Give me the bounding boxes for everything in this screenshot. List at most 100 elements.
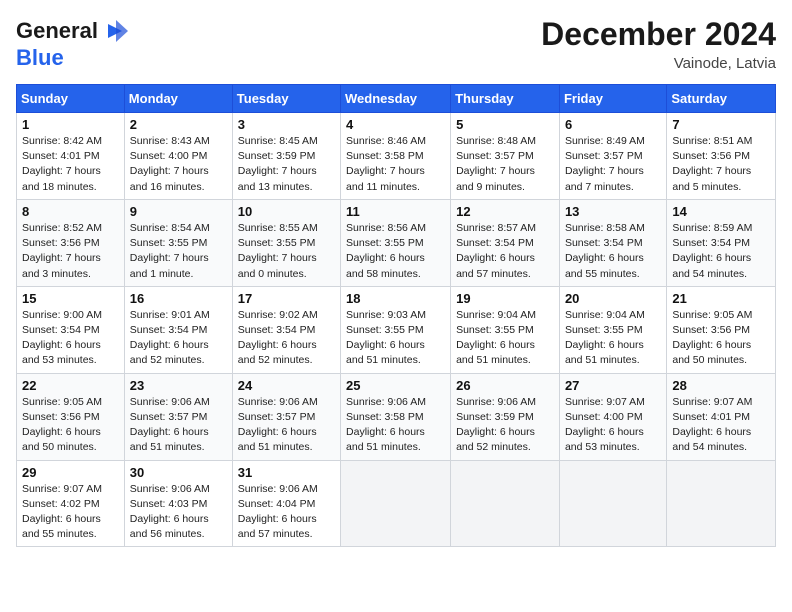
calendar-cell: 6 Sunrise: 8:49 AMSunset: 3:57 PMDaylight…: [559, 113, 666, 200]
day-number: 9: [130, 204, 227, 219]
calendar-cell: 13 Sunrise: 8:58 AMSunset: 3:54 PMDayligh…: [559, 199, 666, 286]
month-title: December 2024: [541, 16, 776, 53]
week-row-2: 8Sunrise: 8:52 AMSunset: 3:56 PMDaylight…: [17, 199, 776, 286]
title-block: December 2024 Vainode, Latvia: [541, 16, 776, 72]
calendar-cell: 10Sunrise: 8:55 AMSunset: 3:55 PMDayligh…: [232, 199, 340, 286]
calendar-cell: 19 Sunrise: 9:04 AMSunset: 3:55 PMDayligh…: [451, 286, 560, 373]
day-info: Sunrise: 8:42 AMSunset: 4:01 PMDaylight:…: [22, 134, 119, 195]
calendar-cell: 28 Sunrise: 9:07 AMSunset: 4:01 PMDayligh…: [667, 373, 776, 460]
page-header: General Blue December 2024 Vainode, Latv…: [16, 16, 776, 72]
day-number: 20: [565, 291, 661, 306]
day-number: 23: [130, 378, 227, 393]
logo: General Blue: [16, 16, 130, 70]
calendar-cell: [341, 460, 451, 547]
calendar-cell: 17 Sunrise: 9:02 AMSunset: 3:54 PMDayligh…: [232, 286, 340, 373]
calendar-cell: 11 Sunrise: 8:56 AMSunset: 3:55 PMDayligh…: [341, 199, 451, 286]
calendar-cell: 25 Sunrise: 9:06 AMSunset: 3:58 PMDayligh…: [341, 373, 451, 460]
day-info: Sunrise: 9:05 AMSunset: 3:56 PMDaylight:…: [672, 308, 770, 369]
calendar-cell: 4Sunrise: 8:46 AMSunset: 3:58 PMDaylight…: [341, 113, 451, 200]
day-info: Sunrise: 9:04 AMSunset: 3:55 PMDaylight:…: [456, 308, 554, 369]
day-number: 15: [22, 291, 119, 306]
day-info: Sunrise: 8:58 AMSunset: 3:54 PMDaylight:…: [565, 221, 661, 282]
calendar-cell: 30Sunrise: 9:06 AMSunset: 4:03 PMDayligh…: [124, 460, 232, 547]
day-info: Sunrise: 9:05 AMSunset: 3:56 PMDaylight:…: [22, 395, 119, 456]
day-number: 28: [672, 378, 770, 393]
day-info: Sunrise: 9:03 AMSunset: 3:55 PMDaylight:…: [346, 308, 445, 369]
calendar-cell: 27 Sunrise: 9:07 AMSunset: 4:00 PMDayligh…: [559, 373, 666, 460]
calendar-cell: 1 Sunrise: 8:42 AMSunset: 4:01 PMDaylight…: [17, 113, 125, 200]
calendar-cell: 31Sunrise: 9:06 AMSunset: 4:04 PMDayligh…: [232, 460, 340, 547]
calendar-cell: 29 Sunrise: 9:07 AMSunset: 4:02 PMDayligh…: [17, 460, 125, 547]
calendar-cell: 22 Sunrise: 9:05 AMSunset: 3:56 PMDayligh…: [17, 373, 125, 460]
day-number: 3: [238, 117, 335, 132]
day-number: 1: [22, 117, 119, 132]
header-sunday: Sunday: [17, 85, 125, 113]
calendar-cell: 26Sunrise: 9:06 AMSunset: 3:59 PMDayligh…: [451, 373, 560, 460]
calendar-cell: 7 Sunrise: 8:51 AMSunset: 3:56 PMDaylight…: [667, 113, 776, 200]
calendar-cell: 21 Sunrise: 9:05 AMSunset: 3:56 PMDayligh…: [667, 286, 776, 373]
calendar-cell: 16Sunrise: 9:01 AMSunset: 3:54 PMDayligh…: [124, 286, 232, 373]
day-number: 27: [565, 378, 661, 393]
day-number: 11: [346, 204, 445, 219]
day-number: 21: [672, 291, 770, 306]
day-info: Sunrise: 9:01 AMSunset: 3:54 PMDaylight:…: [130, 308, 227, 369]
day-number: 31: [238, 465, 335, 480]
logo-text: General: [16, 19, 98, 43]
day-number: 7: [672, 117, 770, 132]
day-number: 19: [456, 291, 554, 306]
day-info: Sunrise: 9:04 AMSunset: 3:55 PMDaylight:…: [565, 308, 661, 369]
day-number: 25: [346, 378, 445, 393]
day-info: Sunrise: 8:45 AMSunset: 3:59 PMDaylight:…: [238, 134, 335, 195]
day-info: Sunrise: 8:48 AMSunset: 3:57 PMDaylight:…: [456, 134, 554, 195]
day-info: Sunrise: 8:49 AMSunset: 3:57 PMDaylight:…: [565, 134, 661, 195]
day-info: Sunrise: 9:07 AMSunset: 4:02 PMDaylight:…: [22, 482, 119, 543]
calendar-cell: 8Sunrise: 8:52 AMSunset: 3:56 PMDaylight…: [17, 199, 125, 286]
day-info: Sunrise: 9:02 AMSunset: 3:54 PMDaylight:…: [238, 308, 335, 369]
calendar-header-row: SundayMondayTuesdayWednesdayThursdayFrid…: [17, 85, 776, 113]
header-friday: Friday: [559, 85, 666, 113]
day-info: Sunrise: 9:06 AMSunset: 3:57 PMDaylight:…: [130, 395, 227, 456]
calendar-cell: 15Sunrise: 9:00 AMSunset: 3:54 PMDayligh…: [17, 286, 125, 373]
week-row-1: 1 Sunrise: 8:42 AMSunset: 4:01 PMDaylight…: [17, 113, 776, 200]
calendar-cell: [451, 460, 560, 547]
day-number: 22: [22, 378, 119, 393]
day-number: 14: [672, 204, 770, 219]
week-row-3: 15Sunrise: 9:00 AMSunset: 3:54 PMDayligh…: [17, 286, 776, 373]
day-info: Sunrise: 9:07 AMSunset: 4:01 PMDaylight:…: [672, 395, 770, 456]
day-number: 8: [22, 204, 119, 219]
logo-icon: [100, 16, 130, 46]
day-info: Sunrise: 8:56 AMSunset: 3:55 PMDaylight:…: [346, 221, 445, 282]
day-number: 2: [130, 117, 227, 132]
calendar-cell: 3 Sunrise: 8:45 AMSunset: 3:59 PMDaylight…: [232, 113, 340, 200]
day-info: Sunrise: 8:43 AMSunset: 4:00 PMDaylight:…: [130, 134, 227, 195]
day-info: Sunrise: 8:54 AMSunset: 3:55 PMDaylight:…: [130, 221, 227, 282]
day-info: Sunrise: 8:59 AMSunset: 3:54 PMDaylight:…: [672, 221, 770, 282]
day-number: 29: [22, 465, 119, 480]
day-number: 17: [238, 291, 335, 306]
calendar-cell: 2 Sunrise: 8:43 AMSunset: 4:00 PMDaylight…: [124, 113, 232, 200]
day-info: Sunrise: 9:06 AMSunset: 3:58 PMDaylight:…: [346, 395, 445, 456]
calendar-cell: [667, 460, 776, 547]
calendar-cell: 14 Sunrise: 8:59 AMSunset: 3:54 PMDayligh…: [667, 199, 776, 286]
day-number: 5: [456, 117, 554, 132]
logo-line2: Blue: [16, 46, 130, 70]
header-monday: Monday: [124, 85, 232, 113]
day-info: Sunrise: 8:57 AMSunset: 3:54 PMDaylight:…: [456, 221, 554, 282]
header-wednesday: Wednesday: [341, 85, 451, 113]
day-info: Sunrise: 8:51 AMSunset: 3:56 PMDaylight:…: [672, 134, 770, 195]
location: Vainode, Latvia: [541, 55, 776, 72]
calendar-cell: 24Sunrise: 9:06 AMSunset: 3:57 PMDayligh…: [232, 373, 340, 460]
header-tuesday: Tuesday: [232, 85, 340, 113]
header-saturday: Saturday: [667, 85, 776, 113]
calendar-cell: 5 Sunrise: 8:48 AMSunset: 3:57 PMDaylight…: [451, 113, 560, 200]
day-number: 6: [565, 117, 661, 132]
calendar-cell: 23 Sunrise: 9:06 AMSunset: 3:57 PMDayligh…: [124, 373, 232, 460]
header-thursday: Thursday: [451, 85, 560, 113]
calendar-cell: 9 Sunrise: 8:54 AMSunset: 3:55 PMDaylight…: [124, 199, 232, 286]
day-info: Sunrise: 9:07 AMSunset: 4:00 PMDaylight:…: [565, 395, 661, 456]
day-number: 13: [565, 204, 661, 219]
day-number: 10: [238, 204, 335, 219]
day-info: Sunrise: 8:46 AMSunset: 3:58 PMDaylight:…: [346, 134, 445, 195]
day-number: 24: [238, 378, 335, 393]
calendar-cell: [559, 460, 666, 547]
